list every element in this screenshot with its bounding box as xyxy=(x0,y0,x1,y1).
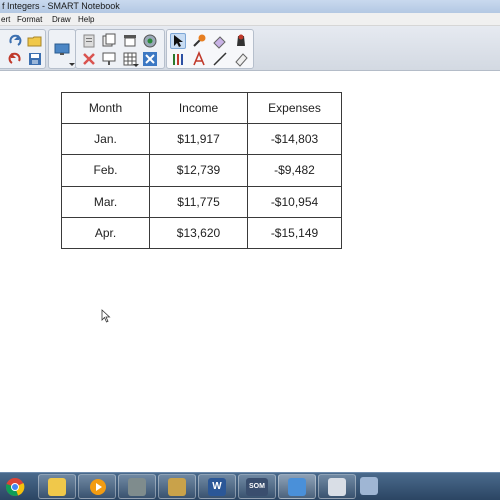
notebook-page[interactable]: Month Income Expenses Jan. $11,917 -$14,… xyxy=(0,71,500,472)
income-expenses-table[interactable]: Month Income Expenses Jan. $11,917 -$14,… xyxy=(61,91,342,250)
header-month: Month xyxy=(61,91,150,125)
eraser-icon[interactable] xyxy=(212,33,228,49)
menu-format[interactable]: Format xyxy=(17,13,42,26)
table-row: Feb. $12,739 -$9,482 xyxy=(61,154,342,187)
paste-icon[interactable] xyxy=(81,33,97,49)
document-button[interactable] xyxy=(318,474,356,499)
capture-icon[interactable] xyxy=(142,33,158,49)
menu-draw[interactable]: Draw xyxy=(52,13,71,26)
title-bar: f Integers - SMART Notebook xyxy=(0,0,500,13)
table-header-row: Month Income Expenses xyxy=(61,91,342,125)
toolbar-display-group xyxy=(48,29,76,69)
delete-icon[interactable] xyxy=(81,51,97,67)
table-cell-month: Apr. xyxy=(61,216,150,250)
fill-icon[interactable] xyxy=(233,33,249,49)
table-cell-expenses: -$15,149 xyxy=(247,216,342,250)
table-row: Apr. $13,620 -$15,149 xyxy=(61,216,342,250)
toolbar-edit-group xyxy=(75,29,165,69)
table-cell-month: Feb. xyxy=(61,154,150,187)
mouse-pointer-icon xyxy=(101,309,111,323)
open-folder-icon[interactable] xyxy=(27,33,43,49)
chrome-icon xyxy=(5,478,25,497)
screen-shade-icon[interactable] xyxy=(122,33,138,49)
clone-icon[interactable] xyxy=(101,33,117,49)
menu-bar: ert Format Draw Help xyxy=(0,13,500,26)
window-icon xyxy=(360,477,378,495)
display-screen-icon[interactable] xyxy=(101,51,117,67)
pens-icon[interactable] xyxy=(170,51,186,67)
text-icon[interactable] xyxy=(191,50,207,67)
shape-eraser-icon[interactable] xyxy=(233,51,249,67)
fullscreen-icon[interactable] xyxy=(142,51,158,67)
table-row: Mar. $11,775 -$10,954 xyxy=(61,185,342,218)
media-player-icon xyxy=(90,479,106,495)
screen-display-icon[interactable] xyxy=(54,41,70,57)
taskbar: W SOM xyxy=(0,472,500,500)
table-cell-income: $11,775 xyxy=(149,185,248,218)
explorer-button[interactable] xyxy=(38,474,76,499)
table-row: Jan. $11,917 -$14,803 xyxy=(61,123,342,156)
toolbar-file-group xyxy=(0,29,46,69)
table-cell-expenses: -$10,954 xyxy=(247,185,342,218)
word-button[interactable]: W xyxy=(198,474,236,499)
table-cell-income: $11,917 xyxy=(149,123,248,156)
word-icon: W xyxy=(208,478,226,496)
smart-board-icon xyxy=(128,478,146,496)
menu-insert[interactable]: ert xyxy=(1,13,10,26)
undo-icon[interactable] xyxy=(7,51,23,67)
window-button[interactable] xyxy=(358,474,378,499)
media-player-button[interactable] xyxy=(78,474,116,499)
tools-button[interactable] xyxy=(158,474,196,499)
select-icon[interactable] xyxy=(170,33,186,49)
som-icon: SOM xyxy=(246,478,268,496)
line-icon[interactable] xyxy=(212,51,228,67)
table-cell-expenses: -$14,803 xyxy=(247,123,342,156)
toolbar xyxy=(0,26,500,71)
magic-pen-icon[interactable] xyxy=(191,33,207,49)
table-cell-month: Jan. xyxy=(61,123,150,156)
folders-icon xyxy=(48,478,66,496)
window-title: f Integers - SMART Notebook xyxy=(2,1,120,11)
som-button[interactable]: SOM xyxy=(238,474,276,499)
notebook-button[interactable] xyxy=(278,474,316,499)
table-cell-expenses: -$9,482 xyxy=(247,154,342,187)
table-cell-income: $13,620 xyxy=(149,216,248,250)
redo-icon[interactable] xyxy=(7,33,23,49)
tools-icon xyxy=(168,478,186,496)
smart-board-button[interactable] xyxy=(118,474,156,499)
header-income: Income xyxy=(149,91,248,125)
chevron-down-icon[interactable] xyxy=(133,64,139,67)
menu-help[interactable]: Help xyxy=(78,13,94,26)
save-icon[interactable] xyxy=(27,51,43,67)
header-expenses: Expenses xyxy=(247,91,342,125)
table-cell-income: $12,739 xyxy=(149,154,248,187)
document-icon xyxy=(328,478,346,496)
toolbar-tools-group xyxy=(166,29,254,69)
chrome-button[interactable] xyxy=(2,474,28,499)
table-cell-month: Mar. xyxy=(61,185,150,218)
notebook-icon xyxy=(288,478,306,496)
